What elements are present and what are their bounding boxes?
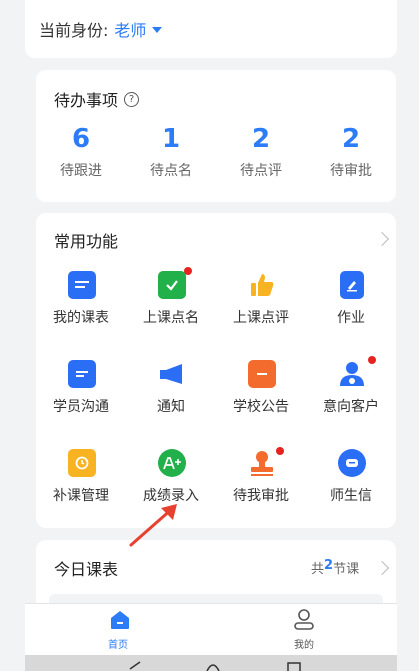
function-prospective-customers[interactable]: 意向客户 bbox=[306, 356, 396, 447]
todo-list: 6 待跟进 1 待点名 2 待点评 2 待审批 bbox=[36, 124, 396, 180]
notification-badge bbox=[276, 447, 284, 455]
customer-heart-icon bbox=[338, 360, 366, 388]
back-triangle-icon[interactable] bbox=[128, 661, 142, 671]
function-makeup-class[interactable]: 补课管理 bbox=[36, 447, 126, 536]
function-school-announcement[interactable]: 学校公告 bbox=[216, 358, 306, 447]
schedule-count[interactable]: 共 2 节课 bbox=[311, 558, 359, 577]
function-label: 我的课表 bbox=[53, 310, 109, 326]
home-icon bbox=[111, 611, 129, 629]
function-grid: 我的课表 上课点名 上课点评 作业 学员沟通 通知 学校公告 意向客户 补课管理… bbox=[36, 267, 396, 536]
function-class-review[interactable]: 上课点评 bbox=[216, 269, 306, 358]
tab-mine[interactable]: 我的 bbox=[211, 604, 397, 655]
function-label: 师生信 bbox=[330, 488, 372, 504]
function-student-communication[interactable]: 学员沟通 bbox=[36, 358, 126, 447]
todo-item-roll-call[interactable]: 1 待点名 bbox=[126, 124, 216, 180]
chevron-right-icon[interactable] bbox=[374, 231, 390, 247]
message-circle-icon bbox=[338, 449, 366, 477]
function-label: 意向客户 bbox=[323, 399, 379, 415]
notification-badge bbox=[368, 356, 376, 364]
annotation-arrow bbox=[129, 504, 177, 547]
document-edit-icon bbox=[340, 271, 364, 299]
caret-down-icon[interactable] bbox=[152, 27, 163, 33]
todo-title: 待办事项 bbox=[54, 91, 119, 110]
function-label: 待我审批 bbox=[233, 488, 289, 504]
thumbs-up-icon bbox=[248, 271, 276, 299]
function-label: 补课管理 bbox=[53, 488, 109, 504]
identity-bar: 当前身份: 老师 bbox=[25, 0, 397, 58]
recent-apps-icon[interactable] bbox=[287, 661, 301, 671]
chevron-right-icon[interactable] bbox=[374, 560, 390, 576]
todo-item-follow-up[interactable]: 6 待跟进 bbox=[36, 124, 126, 180]
question-circle-icon[interactable]: ? bbox=[124, 91, 140, 107]
notification-badge bbox=[184, 267, 192, 275]
todo-count: 2 bbox=[251, 124, 271, 154]
tab-label: 首页 bbox=[108, 640, 128, 651]
home-circle-icon[interactable] bbox=[205, 661, 221, 671]
todo-label: 待点评 bbox=[240, 163, 282, 179]
user-icon bbox=[294, 609, 314, 630]
identity-role-selector[interactable]: 老师 bbox=[114, 17, 146, 41]
system-nav-bar bbox=[25, 655, 397, 671]
function-pending-approval[interactable]: 待我审批 bbox=[216, 447, 306, 536]
calendar-list-icon bbox=[68, 271, 96, 299]
todo-count: 1 bbox=[161, 124, 181, 154]
megaphone-icon bbox=[158, 360, 186, 388]
todo-label: 待跟进 bbox=[60, 163, 102, 179]
function-my-schedule[interactable]: 我的课表 bbox=[36, 269, 126, 358]
function-label: 学员沟通 bbox=[53, 399, 109, 415]
bottom-nav: 首页 我的 bbox=[25, 603, 397, 655]
function-label: 上课点名 bbox=[143, 310, 199, 326]
functions-title: 常用功能 bbox=[54, 232, 119, 251]
schedule-count-prefix: 共 bbox=[311, 562, 325, 577]
schedule-count-suffix: 节课 bbox=[333, 562, 360, 577]
grade-a-plus-icon bbox=[158, 449, 186, 477]
todo-card: 待办事项 ? 6 待跟进 1 待点名 2 待点评 2 待审批 bbox=[36, 70, 396, 202]
todo-count: 6 bbox=[71, 124, 91, 154]
tab-home[interactable]: 首页 bbox=[25, 604, 211, 655]
notice-board-icon bbox=[248, 360, 276, 388]
app-screen: 当前身份: 老师 待办事项 ? 6 待跟进 1 待点名 2 待点评 2 待审批 bbox=[25, 0, 397, 671]
stamp-icon bbox=[248, 449, 276, 477]
function-label: 学校公告 bbox=[233, 399, 289, 415]
function-label: 通知 bbox=[157, 399, 185, 415]
functions-card: 常用功能 我的课表 上课点名 上课点评 作业 学员沟通 通知 学校公告 意向客户… bbox=[36, 213, 396, 528]
todo-label: 待点名 bbox=[150, 163, 192, 179]
todo-item-approval[interactable]: 2 待审批 bbox=[306, 124, 396, 180]
function-label: 上课点评 bbox=[233, 310, 289, 326]
todo-title-row: 待办事项 ? bbox=[54, 87, 140, 111]
function-homework[interactable]: 作业 bbox=[306, 269, 396, 358]
function-roll-call[interactable]: 上课点名 bbox=[126, 267, 216, 358]
chat-bubble-icon bbox=[68, 360, 96, 388]
todo-count: 2 bbox=[341, 124, 361, 154]
clock-calendar-icon bbox=[68, 449, 96, 477]
calendar-check-icon bbox=[158, 271, 186, 299]
schedule-title: 今日课表 bbox=[54, 560, 119, 579]
function-notice[interactable]: 通知 bbox=[126, 358, 216, 447]
todo-label: 待审批 bbox=[330, 163, 372, 179]
schedule-count-number: 2 bbox=[324, 558, 334, 573]
todo-item-review[interactable]: 2 待点评 bbox=[216, 124, 306, 180]
function-label: 作业 bbox=[337, 310, 365, 326]
tab-label: 我的 bbox=[294, 640, 314, 651]
function-teacher-student-letter[interactable]: 师生信 bbox=[306, 447, 396, 536]
identity-label: 当前身份: bbox=[39, 21, 109, 40]
